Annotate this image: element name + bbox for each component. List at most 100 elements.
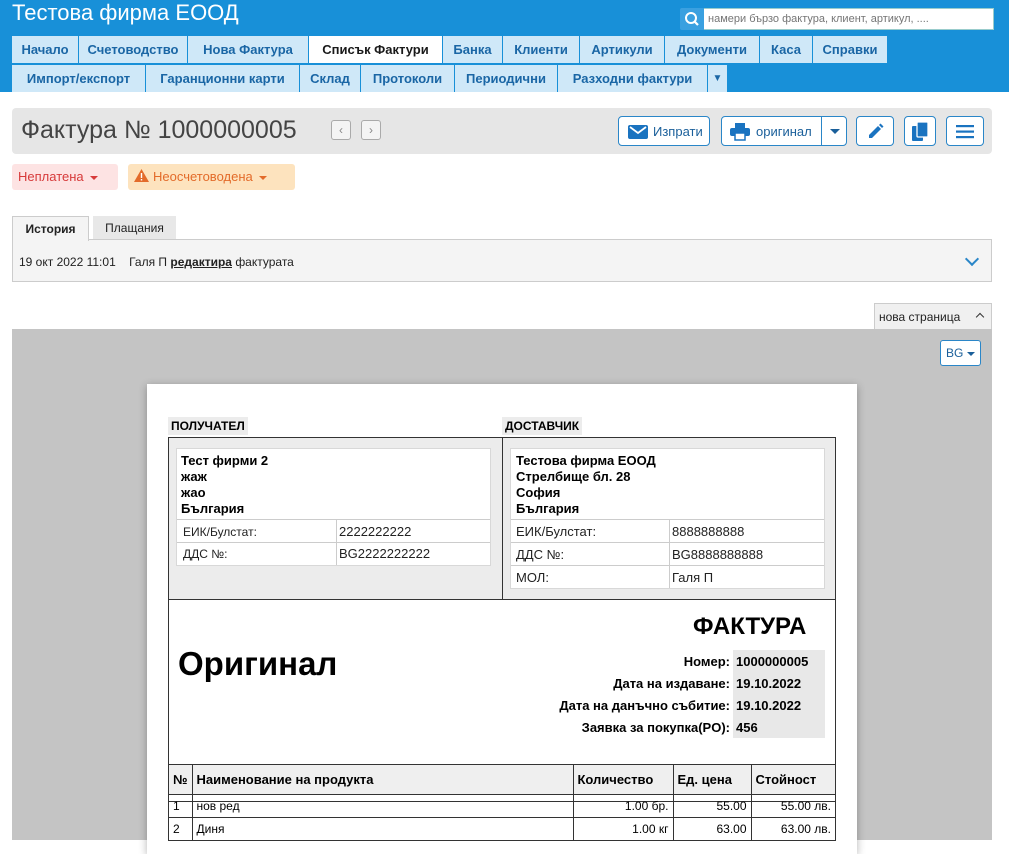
recipient-eik: 2222222222: [339, 524, 412, 539]
menu-more-button[interactable]: ▼: [708, 65, 728, 92]
unit-price: 55.00: [672, 794, 752, 818]
tab-warehouse[interactable]: Склад: [300, 65, 361, 92]
new-page-toggle[interactable]: нова страница: [874, 303, 992, 329]
chevron-down-icon[interactable]: [830, 129, 840, 134]
tab-clients[interactable]: Клиенти: [503, 36, 580, 63]
row-separator: [511, 519, 824, 520]
history-entry: 19 окт 2022 11:01 Галя П редактира факту…: [19, 255, 294, 269]
history-action-link[interactable]: редактира: [170, 255, 232, 269]
prev-invoice-button[interactable]: ‹: [331, 120, 351, 140]
print-button[interactable]: оригинал: [721, 116, 847, 146]
accounting-status-label: Неосчетоводена: [153, 169, 253, 184]
payment-status-dropdown[interactable]: Неплатена: [12, 164, 118, 190]
tab-accounting[interactable]: Счетоводство: [79, 36, 188, 63]
table-row: 2 Диня 1.00 кг 63.00 63.00 лв.: [168, 817, 836, 841]
copy-button[interactable]: [904, 116, 936, 146]
invoice-number: 1000000005: [733, 654, 809, 669]
col-separator: [669, 519, 670, 588]
pencil-icon: [866, 123, 884, 144]
supplier-country: България: [516, 501, 580, 516]
col-header-name: Наименование на продукта: [191, 764, 574, 795]
supplier-heading: ДОСТАВЧИК: [502, 417, 583, 435]
supplier-name: Тестова фирма ЕООД: [516, 453, 656, 468]
tab-new-invoice[interactable]: Нова Фактура: [188, 36, 309, 63]
language-label: BG: [946, 346, 964, 360]
row-separator: [177, 519, 490, 520]
supplier-eik-label: ЕИК/Булстат:: [516, 524, 597, 539]
tab-payments[interactable]: Плащания: [93, 216, 176, 240]
search-input[interactable]: [704, 8, 994, 30]
chevron-up-icon: [975, 312, 985, 322]
language-dropdown[interactable]: BG: [940, 340, 981, 366]
recipient-vat-label: ДДС №:: [183, 547, 228, 561]
invoice-document: ПОЛУЧАТЕЛ ДОСТАВЧИК Тест фирми 2 жаж жао…: [147, 384, 857, 854]
history-panel: 19 окт 2022 11:01 Галя П редактира факту…: [12, 239, 992, 282]
quantity: 1.00 бр.: [572, 794, 674, 818]
issue-date: 19.10.2022: [733, 676, 802, 691]
search-icon[interactable]: [680, 8, 704, 30]
top-bar: Тестова фирма ЕООД Начало Счетоводство Н…: [0, 0, 1009, 92]
envelope-icon: [628, 125, 648, 142]
edit-button[interactable]: [856, 116, 894, 146]
po-label: Заявка за покупка(PO):: [581, 720, 730, 735]
send-button[interactable]: Изпрати: [618, 116, 710, 146]
col-header-total: Стойност: [750, 764, 836, 795]
table-row: 1 нов ред 1.00 бр. 55.00 55.00 лв.: [168, 794, 836, 818]
invoice-header: Фактура № 1000000005 ‹ › Изпрати оригина…: [12, 108, 992, 154]
tab-expense-invoices[interactable]: Разходни фактури: [558, 65, 708, 92]
product-name: Диня: [191, 817, 574, 841]
row-separator: [177, 542, 490, 543]
tab-cash[interactable]: Каса: [760, 36, 813, 63]
copy-icon: [912, 121, 930, 145]
po-number: 456: [733, 720, 758, 735]
supplier-eik: 8888888888: [672, 524, 745, 539]
tab-history[interactable]: История: [12, 216, 89, 241]
line-total: 63.00 лв.: [750, 817, 836, 841]
tab-home[interactable]: Начало: [12, 36, 79, 63]
tab-documents[interactable]: Документи: [665, 36, 760, 63]
row-number: 1: [168, 794, 193, 818]
tab-protocols[interactable]: Протоколи: [361, 65, 455, 92]
col-header-no: №: [168, 764, 193, 795]
tab-reports[interactable]: Справки: [813, 36, 888, 63]
accounting-status-dropdown[interactable]: Неосчетоводена: [128, 164, 295, 190]
print-label: оригинал: [756, 124, 812, 139]
tax-date: 19.10.2022: [733, 698, 802, 713]
history-object: фактурата: [235, 255, 294, 269]
tab-articles[interactable]: Артикули: [580, 36, 665, 63]
line-total: 55.00 лв.: [750, 794, 836, 818]
caret-down-icon: [258, 175, 267, 180]
product-name: нов ред: [191, 794, 574, 818]
send-label: Изпрати: [653, 124, 703, 139]
warning-icon: [134, 165, 149, 191]
quantity: 1.00 кг: [572, 817, 674, 841]
menu-button[interactable]: [946, 116, 984, 146]
supplier-vat-label: ДДС №:: [516, 547, 565, 562]
recipient-country: България: [181, 501, 245, 516]
tab-import-export[interactable]: Импорт/експорт: [12, 65, 146, 92]
col-header-price: Ед. цена: [672, 764, 752, 795]
col-separator: [336, 519, 337, 565]
tab-bank[interactable]: Банка: [443, 36, 503, 63]
tab-warranty-cards[interactable]: Гаранционни карти: [146, 65, 300, 92]
recipient-heading: ПОЛУЧАТЕЛ: [168, 417, 248, 435]
split-divider: [821, 117, 822, 145]
recipient-line2: жаж: [181, 469, 207, 484]
col-header-qty: Количество: [572, 764, 674, 795]
supplier-city: София: [516, 485, 561, 500]
supplier-mol: Галя П: [672, 570, 714, 585]
row-separator: [511, 565, 824, 566]
copy-type: Оригинал: [178, 645, 338, 682]
printer-icon: [730, 123, 750, 144]
tax-date-label: Дата на данъчно събитие:: [559, 698, 730, 713]
tab-periodic[interactable]: Периодични: [455, 65, 558, 92]
expand-chevron-icon[interactable]: [964, 251, 980, 267]
next-invoice-button[interactable]: ›: [361, 120, 381, 140]
caret-down-icon: [967, 351, 976, 356]
page-title: Фактура № 1000000005: [21, 116, 297, 144]
quick-search: [680, 8, 994, 30]
hamburger-icon: [956, 125, 974, 142]
recipient-name: Тест фирми 2: [181, 453, 269, 468]
supplier-address: Стрелбище бл. 28: [516, 469, 631, 484]
tab-invoice-list[interactable]: Списък Фактури: [309, 36, 443, 63]
